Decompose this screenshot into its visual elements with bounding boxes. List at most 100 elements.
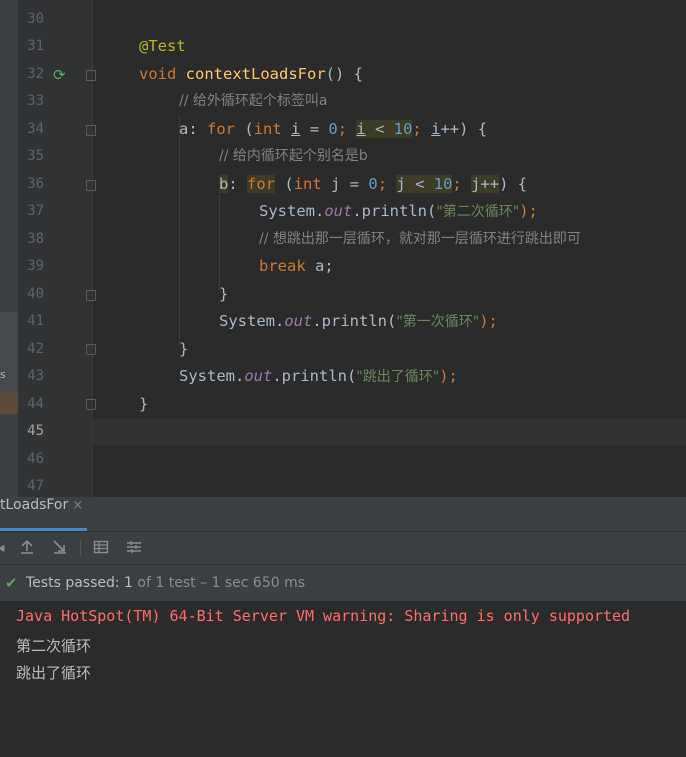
code-text: ) { <box>499 175 528 193</box>
code-text: ; <box>377 175 388 193</box>
code-line: // 想跳出那一层循环，就对那一层循环进行跳出即可 <box>93 226 686 253</box>
field: out <box>324 202 353 220</box>
console-line: 第二次循环 <box>16 637 92 655</box>
code-text: < <box>365 120 394 138</box>
left-tool-strip: s <box>0 0 18 497</box>
code-line: // 给外循环起个标签叫a <box>93 88 686 115</box>
line-number: 37 <box>27 203 44 219</box>
line-number: 35 <box>27 148 44 164</box>
close-icon[interactable]: × <box>72 498 83 513</box>
test-status-bar: ✔ Tests passed: 1 of 1 test – 1 sec 650 … <box>0 565 686 601</box>
variable: i <box>356 120 366 138</box>
number: 0 <box>368 175 378 193</box>
checkmark-icon: ✔ <box>5 574 18 592</box>
line-number-current: 45 <box>27 423 44 439</box>
code-text: j++ <box>471 175 500 193</box>
code-text: .println( <box>312 312 397 330</box>
code-text: ; <box>337 120 348 138</box>
code-text: () { <box>325 65 363 83</box>
code-text: a; <box>305 257 334 275</box>
console-line: 跳出了循环 <box>16 664 92 682</box>
code-line: a: for (int i = 0; i < 10; i++) { <box>93 116 686 143</box>
code-line: // 给内循环起个别名是b <box>93 143 686 170</box>
line-number: 46 <box>27 451 44 467</box>
line-number: 31 <box>27 38 44 54</box>
table-icon[interactable] <box>92 539 110 557</box>
line-number: 44 <box>27 396 44 412</box>
code-text: ); <box>479 312 498 330</box>
code-line: @Test <box>93 33 686 60</box>
toolbar-divider <box>80 540 81 556</box>
code-text: System. <box>179 367 245 385</box>
number: 10 <box>393 120 413 138</box>
line-number: 41 <box>27 313 44 329</box>
code-line: b: for (int j = 0; j < 10; j++) { <box>93 171 686 198</box>
code-line: break a; <box>93 253 686 280</box>
number: 10 <box>433 175 453 193</box>
comment: // 给内循环起个别名是b <box>219 148 368 164</box>
strip-text: s <box>0 368 6 381</box>
code-text: ++) { <box>440 120 488 138</box>
comment: // 想跳出那一层循环，就对那一层循环进行跳出即可 <box>259 231 581 247</box>
code-text: j = <box>321 175 369 193</box>
line-number: 36 <box>27 176 44 192</box>
status-detail: of 1 test – 1 sec 650 ms <box>132 575 306 591</box>
keyword: for <box>247 175 276 193</box>
console-output[interactable]: Java HotSpot(TM) 64-Bit Server VM warnin… <box>0 601 686 757</box>
code-line: System.out.println("第二次循环"); <box>93 198 686 225</box>
field: out <box>244 367 273 385</box>
variable: i <box>291 120 301 138</box>
string: "跳出了循环" <box>356 369 440 385</box>
keyword: for <box>207 120 236 138</box>
code-text: } <box>139 395 149 413</box>
code-line: System.out.println("跳出了循环"); <box>93 363 686 390</box>
line-number: 33 <box>27 93 44 109</box>
code-text: System. <box>219 312 285 330</box>
line-number: 38 <box>27 231 44 247</box>
line-number: 30 <box>27 11 44 27</box>
code-text: : <box>228 175 238 193</box>
line-number: 34 <box>27 121 44 137</box>
current-line-highlight <box>93 418 686 445</box>
code-text: ); <box>519 202 538 220</box>
line-number: 47 <box>27 478 44 494</box>
code-editor[interactable]: s 30 31 32 33 34 35 36 37 38 39 40 41 42… <box>0 0 686 497</box>
code-text: ); <box>439 367 458 385</box>
status-count: 1 <box>124 575 133 591</box>
run-toolbar: ◂ <box>0 532 686 565</box>
label: b <box>219 175 229 193</box>
code-text: } <box>219 285 229 303</box>
line-number: 43 <box>27 368 44 384</box>
import-icon[interactable] <box>51 539 69 557</box>
tab-label: tLoadsFor <box>0 497 69 513</box>
run-tool-window: tLoadsFor × ◂ ✔ Tests passed: 1 of 1 test… <box>0 497 686 757</box>
rerun-icon[interactable]: ◂ <box>0 539 10 557</box>
tab-run-config[interactable]: tLoadsFor × <box>0 497 88 531</box>
code-text: .println( <box>272 367 357 385</box>
strip-marker-active <box>0 392 18 414</box>
number: 0 <box>328 120 338 138</box>
test-status-text: Tests passed: 1 of 1 test – 1 sec 650 ms <box>26 565 305 601</box>
export-icon[interactable] <box>18 539 36 557</box>
keyword: void <box>139 65 177 83</box>
comment: // 给外循环起个标签叫a <box>179 93 328 109</box>
code-text: ; <box>412 120 422 138</box>
code-line: } <box>93 281 686 308</box>
status-label: Tests passed: <box>26 575 125 591</box>
string: "第一次循环" <box>396 314 480 330</box>
method-name: contextLoadsFor <box>185 65 326 83</box>
code-line: System.out.println("第一次循环"); <box>93 308 686 335</box>
code-line: } <box>93 391 686 418</box>
settings-icon[interactable] <box>125 539 143 557</box>
run-test-icon[interactable]: ⟳ <box>53 66 66 84</box>
keyword: int <box>293 175 322 193</box>
code-line: } <box>93 336 686 363</box>
run-tab-bar: tLoadsFor × <box>0 497 686 532</box>
code-text: System. <box>259 202 325 220</box>
code-text: ( <box>275 175 294 193</box>
